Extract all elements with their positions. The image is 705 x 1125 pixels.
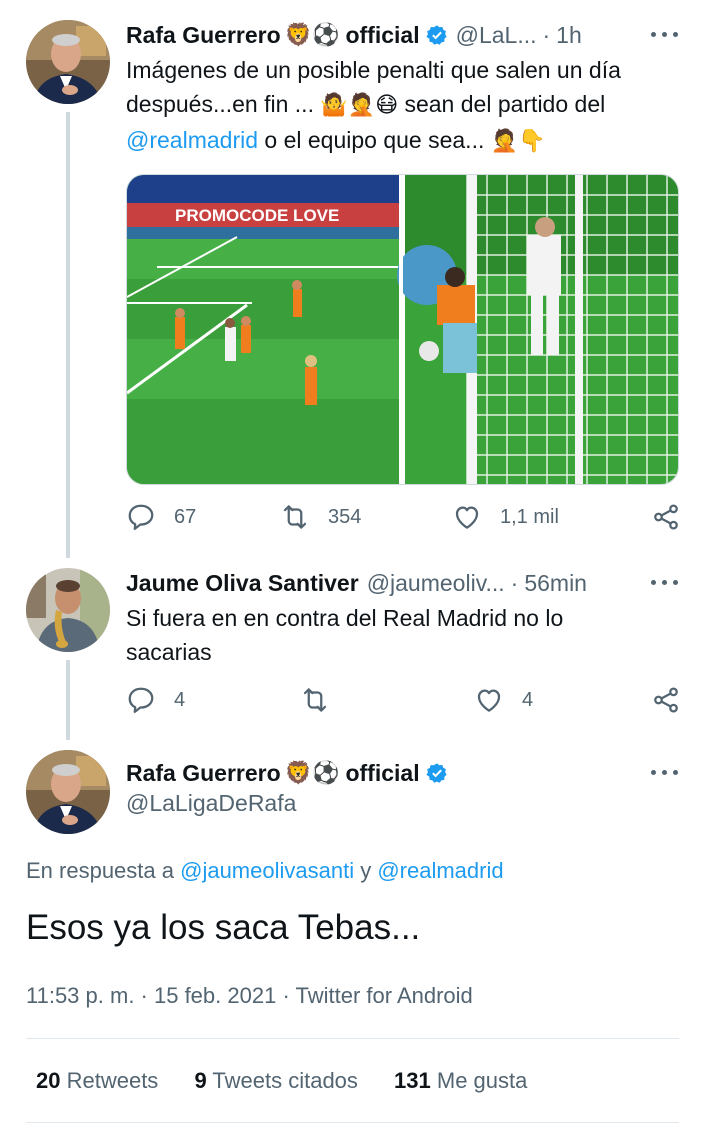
- mention-link[interactable]: @jaumeolivasanti: [180, 858, 354, 883]
- tweet-text-segment: después...en fin ...: [126, 91, 321, 117]
- like-button[interactable]: 4: [474, 685, 533, 715]
- author-name[interactable]: Rafa Guerrero: [126, 22, 281, 49]
- tweet-2[interactable]: Jaume Oliva Santiver @jaumeoliv... · 56m…: [0, 560, 705, 740]
- divider: [26, 1038, 679, 1039]
- reply-context-join: y: [354, 858, 378, 883]
- author-avatar[interactable]: [26, 750, 110, 834]
- retweet-count: 354: [328, 505, 362, 528]
- mention-link[interactable]: @realmadrid: [126, 127, 258, 153]
- tweet-text-segment: sean del partido del: [398, 91, 606, 117]
- media-ad-text: PROMOCODE LOVE: [175, 206, 339, 225]
- separator-dot: ·: [510, 569, 519, 596]
- tweet-text-segment: o el equipo que sea...: [258, 127, 491, 153]
- likes-label: Me gusta: [430, 1068, 528, 1093]
- reply-count: 67: [174, 505, 197, 528]
- share-button[interactable]: [651, 685, 681, 715]
- like-count: 1,1 mil: [500, 505, 559, 528]
- like-count: 4: [522, 688, 534, 711]
- meta-separator: ·: [276, 983, 296, 1008]
- reply-context: En respuesta a @jaumeolivasanti y @realm…: [26, 858, 504, 884]
- tweet-emoji: 🤷🤦😷: [320, 93, 399, 118]
- quotes-count: 9: [194, 1068, 207, 1093]
- likes-count: 131: [394, 1068, 431, 1093]
- reply-count: 4: [174, 688, 186, 711]
- verified-badge-icon: [426, 763, 447, 783]
- thread-line: [66, 660, 70, 740]
- tweet-time[interactable]: 56min: [524, 570, 587, 597]
- reply-button[interactable]: 67: [126, 502, 196, 532]
- more-icon[interactable]: [649, 760, 681, 784]
- author-avatar[interactable]: [26, 568, 110, 652]
- author-handle[interactable]: @LaLigaDeRafa: [126, 790, 681, 817]
- share-icon: [654, 504, 678, 530]
- tweet-media[interactable]: PROMOCODE LOVE: [126, 174, 679, 485]
- reply-button[interactable]: 4: [126, 685, 185, 715]
- author-name[interactable]: Jaume Oliva Santiver: [126, 570, 359, 597]
- tweet-meta: 11:53 p. m. · 15 feb. 2021 · Twitter for…: [26, 983, 473, 1009]
- author-name-suffix[interactable]: official: [345, 760, 419, 787]
- tweet-text-line: después...en fin ... 🤷🤦😷 sean del partid…: [126, 87, 681, 123]
- retweet-icon: [283, 505, 307, 529]
- tweet-text-line: Imágenes de un posible penalti que salen…: [126, 57, 621, 83]
- quotes-label: Tweets citados: [206, 1068, 358, 1093]
- separator-dot: ·: [542, 21, 551, 48]
- retweet-icon: [303, 688, 327, 712]
- reply-icon: [128, 687, 154, 713]
- tweet-emoji: 🤦👇: [490, 129, 546, 154]
- retweet-button[interactable]: [300, 685, 330, 715]
- more-icon[interactable]: [649, 22, 681, 46]
- engagement-stats: 20 Retweets 9 Tweets citados 131 Me gust…: [36, 1068, 527, 1094]
- reply-context-prefix: En respuesta a: [26, 858, 181, 883]
- tweet-text: Si fuera en en contra del Real Madrid no…: [126, 601, 681, 669]
- tweet-text-line: @realmadrid o el equipo que sea... 🤦👇: [126, 123, 681, 159]
- retweet-button[interactable]: 354: [280, 502, 361, 532]
- like-icon: [477, 689, 501, 712]
- author-name[interactable]: Rafa Guerrero: [126, 760, 281, 787]
- tweet-source[interactable]: Twitter for Android: [295, 983, 472, 1008]
- divider: [26, 1122, 679, 1123]
- focused-tweet-text: Esos ya los saca Tebas...: [26, 908, 421, 947]
- author-handle[interactable]: @jaumeoliv...: [367, 570, 505, 597]
- likes-stat[interactable]: 131 Me gusta: [394, 1068, 527, 1093]
- like-icon: [455, 506, 479, 529]
- author-avatar[interactable]: [26, 20, 110, 104]
- retweets-label: Retweets: [60, 1068, 159, 1093]
- tweet-1[interactable]: Rafa Guerrero 🦁⚽ official @LaL... · 1h I…: [0, 0, 705, 560]
- author-emoji: 🦁⚽: [284, 760, 340, 786]
- tweet-time[interactable]: 1h: [556, 22, 582, 49]
- quotes-stat[interactable]: 9 Tweets citados: [194, 1068, 357, 1093]
- retweets-count: 20: [36, 1068, 61, 1093]
- mention-link[interactable]: @realmadrid: [377, 858, 503, 883]
- focused-tweet: Rafa Guerrero 🦁⚽ official @LaLigaDeRafa …: [0, 740, 705, 1125]
- share-icon: [654, 687, 678, 713]
- like-button[interactable]: 1,1 mil: [452, 502, 559, 532]
- author-emoji: 🦁⚽: [284, 22, 340, 48]
- more-icon[interactable]: [649, 570, 681, 594]
- tweet-timestamp[interactable]: 11:53 p. m. · 15 feb. 2021: [26, 983, 276, 1008]
- author-handle[interactable]: @LaL...: [456, 22, 537, 49]
- thread-line: [66, 112, 70, 558]
- share-button[interactable]: [651, 502, 681, 532]
- tweet-text-line: Si fuera en en contra del Real Madrid no…: [126, 605, 564, 631]
- reply-icon: [128, 504, 154, 530]
- tweet-text: Imágenes de un posible penalti que salen…: [126, 53, 681, 159]
- verified-badge-icon: [426, 25, 447, 45]
- tweet-text-line: sacarias: [126, 639, 212, 665]
- author-name-suffix[interactable]: official: [345, 22, 419, 49]
- retweets-stat[interactable]: 20 Retweets: [36, 1068, 158, 1093]
